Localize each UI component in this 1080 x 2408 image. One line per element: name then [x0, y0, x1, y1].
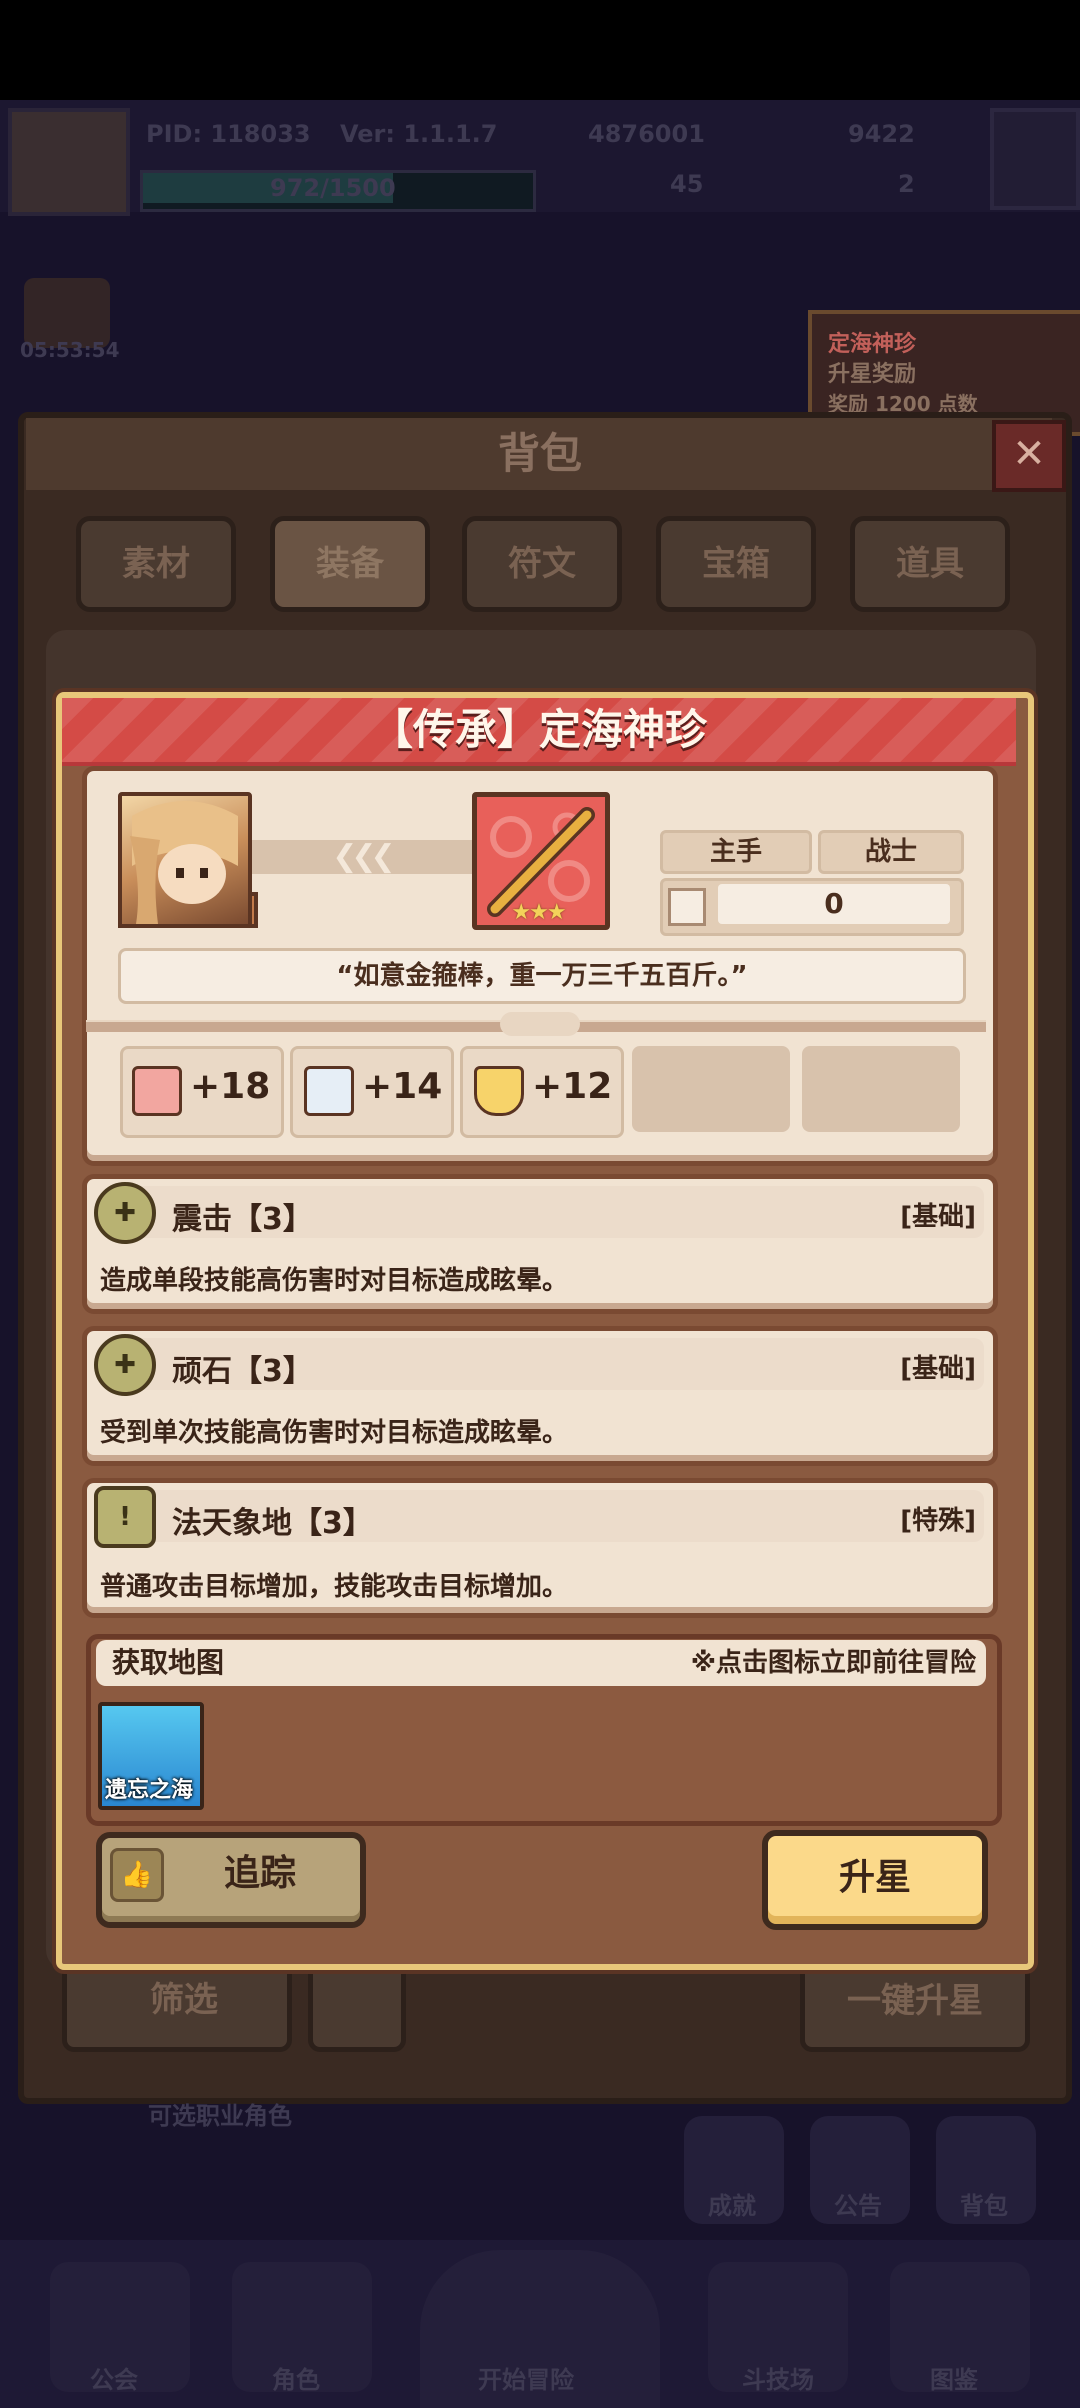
- event-banner-title: 定海神珍: [828, 332, 917, 357]
- currency-a-amount: 45: [670, 170, 704, 198]
- gold-amount: 4876001: [588, 120, 705, 148]
- event-timer: 05:53:54: [20, 338, 120, 362]
- stat-health-value: +12: [532, 1066, 613, 1107]
- nav-arena-label: 斗技场: [742, 2366, 814, 2394]
- game-version: Ver: 1.1.1.7: [340, 120, 498, 148]
- backpack-title: 背包: [497, 429, 582, 478]
- tab-equipment[interactable]: 装备: [270, 516, 430, 612]
- skill-plus-icon: ✚: [94, 1334, 156, 1396]
- skill-plus-icon: ✚: [94, 1182, 156, 1244]
- class-badge: 战士: [818, 830, 964, 874]
- track-button-label: 追踪: [223, 1853, 296, 1894]
- item-title: 【传承】定海神珍: [370, 705, 707, 754]
- empty-stat-slot: [802, 1046, 960, 1132]
- tab-items[interactable]: 道具: [850, 516, 1010, 612]
- nav-codex-label: 图鉴: [930, 2366, 978, 2394]
- socket-value: 0: [718, 884, 950, 924]
- skill-description: 普通攻击目标增加，技能攻击目标增加。: [100, 1572, 569, 1602]
- event-banner-subtitle: 升星奖励: [828, 362, 917, 387]
- hero-face-icon: [130, 801, 238, 924]
- backpack-close-button[interactable]: ✕: [992, 420, 1066, 492]
- fist-icon: [132, 1066, 182, 1116]
- skill-type: [基础]: [900, 1202, 976, 1232]
- exp-value: 972/1500: [270, 174, 396, 202]
- skill-type: [基础]: [900, 1354, 976, 1384]
- upgrade-arrows: ❮❮❮: [250, 840, 472, 874]
- class-select-hint: 可选职业角色: [148, 2102, 292, 2130]
- currency-b-amount: 2: [898, 170, 915, 198]
- obtain-map-hint: ※点击图标立即前往冒险: [690, 1648, 976, 1678]
- skill-description: 造成单段技能高伤害时对目标造成眩晕。: [100, 1266, 569, 1296]
- player-avatar[interactable]: [8, 108, 130, 216]
- nav-start-adventure-label: 开始冒险: [478, 2366, 574, 2394]
- skill-exclamation-icon: !: [94, 1486, 156, 1548]
- bag-label: 背包: [960, 2192, 1008, 2220]
- skill-type: [特殊]: [900, 1506, 976, 1536]
- slot-badge: 主手: [660, 830, 812, 874]
- item-quote: “如意金箍棒，重一万三千五百斤。”: [118, 948, 966, 1004]
- achievements-label: 成就: [708, 2192, 756, 2220]
- stat-attack-value: +18: [190, 1066, 271, 1107]
- skill-name: 法天象地【3】: [172, 1506, 373, 1541]
- nav-guild-label: 公会: [90, 2366, 138, 2394]
- shield-icon: [474, 1066, 524, 1116]
- skill-name: 顽石【3】: [172, 1354, 313, 1389]
- gem-amount: 9422: [848, 120, 915, 148]
- thumbs-up-icon: 👍: [110, 1848, 164, 1902]
- upgrade-star-button[interactable]: 升星: [762, 1830, 988, 1930]
- skill-description: 受到单次技能高伤害时对目标造成眩晕。: [100, 1418, 569, 1448]
- stat-defense-value: +14: [362, 1066, 443, 1107]
- divider-ornament: [500, 1012, 580, 1036]
- settings-gear-icon[interactable]: [990, 108, 1080, 210]
- tab-chests[interactable]: 宝箱: [656, 516, 816, 612]
- empty-stat-slot: [632, 1046, 790, 1132]
- status-bar: [0, 0, 1080, 100]
- nav-character-label: 角色: [272, 2366, 320, 2394]
- star-rating: ★★★: [511, 900, 566, 925]
- notice-label: 公告: [834, 2192, 882, 2220]
- socket-icon: [668, 888, 706, 926]
- tab-runes[interactable]: 符文: [462, 516, 622, 612]
- skill-name: 震击【3】: [172, 1202, 313, 1237]
- obtain-map-title: 获取地图: [112, 1646, 225, 1679]
- hero-portrait[interactable]: [118, 792, 252, 928]
- gloves-icon: [304, 1066, 354, 1116]
- map-label: 遗忘之海: [104, 1778, 193, 1803]
- player-id: PID: 118033: [146, 120, 311, 148]
- tab-materials[interactable]: 素材: [76, 516, 236, 612]
